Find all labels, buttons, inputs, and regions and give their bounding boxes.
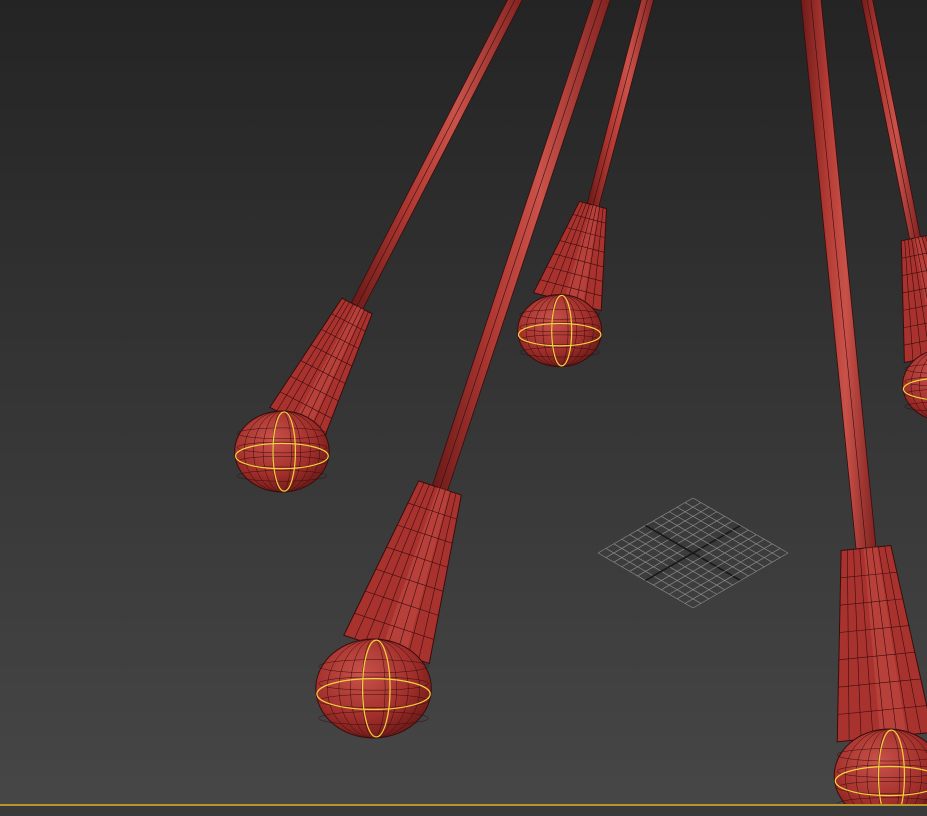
bulb[interactable]: [234, 410, 330, 493]
bulb-body: [517, 294, 603, 368]
bulb[interactable]: [315, 638, 432, 739]
viewport-perspective[interactable]: [0, 0, 927, 816]
bulb-body: [315, 638, 432, 739]
bulb-body: [234, 410, 330, 493]
viewport-canvas[interactable]: [0, 0, 927, 816]
bulb[interactable]: [517, 294, 603, 368]
viewport-bottom-strip: [0, 806, 927, 816]
shade[interactable]: [900, 235, 927, 364]
